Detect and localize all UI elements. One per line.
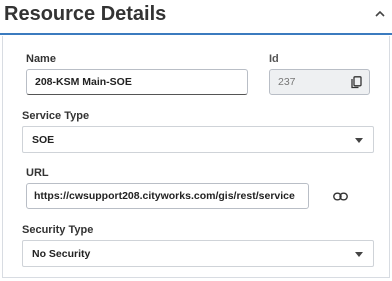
name-field[interactable]: 208-KSM Main-SOE <box>26 69 248 95</box>
panel-title: Resource Details <box>4 3 167 25</box>
service-type-value: SOE <box>32 133 55 146</box>
copy-icon <box>350 75 362 88</box>
panel-header: Resource Details <box>0 0 392 33</box>
name-label: Name <box>26 53 56 65</box>
security-type-value: No Security <box>32 247 91 260</box>
security-type-select[interactable]: No Security <box>22 240 374 267</box>
id-label: Id <box>269 53 279 65</box>
chevron-up-icon <box>375 10 385 17</box>
chevron-down-icon <box>355 137 363 143</box>
url-value: https://cwsupport208.cityworks.com/gis/r… <box>34 190 295 202</box>
open-url-button[interactable] <box>330 188 350 204</box>
id-value: 237 <box>278 76 296 88</box>
link-icon <box>332 192 348 200</box>
url-label: URL <box>26 167 49 179</box>
collapse-button[interactable] <box>374 7 386 19</box>
url-field[interactable]: https://cwsupport208.cityworks.com/gis/r… <box>26 183 309 209</box>
chevron-down-icon <box>355 251 363 257</box>
service-type-select[interactable]: SOE <box>22 126 374 153</box>
service-type-label: Service Type <box>22 110 90 122</box>
header-divider <box>0 33 392 35</box>
copy-id-button[interactable] <box>348 73 364 91</box>
name-value: 208-KSM Main-SOE <box>35 76 132 88</box>
security-type-label: Security Type <box>22 224 94 236</box>
